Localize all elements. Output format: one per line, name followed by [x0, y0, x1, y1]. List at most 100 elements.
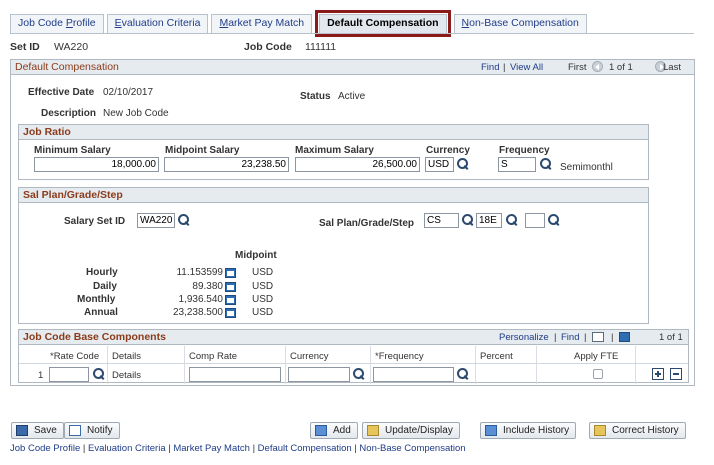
frequency-description: Semimonthl — [560, 162, 613, 173]
grade-search-icon[interactable] — [506, 214, 518, 226]
grid-sep: | — [554, 332, 557, 343]
grade-input[interactable]: 18E — [476, 213, 502, 228]
monthly-calculator-icon[interactable] — [225, 295, 236, 305]
frequency-search-icon[interactable] — [540, 158, 552, 170]
minimum-salary-label: Minimum Salary — [34, 145, 111, 156]
daily-value: 89.380 — [192, 281, 223, 292]
daily-label: Daily — [93, 281, 117, 292]
currency-input[interactable]: USD — [425, 157, 454, 172]
grid-find-link[interactable]: Find — [561, 331, 579, 345]
daily-calculator-icon[interactable] — [225, 282, 236, 292]
sal-plan-section: Sal Plan/Grade/Step Salary Set ID WA220 … — [18, 187, 649, 324]
personalize-link[interactable]: Personalize — [499, 331, 549, 345]
find-link[interactable]: Find — [481, 62, 499, 73]
effective-date-label: Effective Date — [28, 87, 95, 98]
panel-header: Default Compensation Find | View All Fir… — [11, 60, 694, 75]
col-rate-code: *Rate Code — [50, 351, 100, 362]
tab-default-compensation[interactable]: Default Compensation — [315, 10, 451, 37]
minimum-salary-input[interactable]: 18,000.00 — [34, 157, 159, 172]
currency-label: Currency — [426, 145, 470, 156]
save-button[interactable]: Save — [11, 422, 64, 439]
col-details: Details — [112, 351, 142, 362]
download-icon[interactable] — [619, 332, 630, 342]
midpoint-salary-input[interactable]: 23,238.50 — [164, 157, 289, 172]
col-percent: Percent — [480, 351, 513, 362]
view-all-link[interactable]: View All — [510, 62, 543, 73]
tab-non-base-compensation[interactable]: Non-Base Compensation — [453, 14, 587, 33]
monthly-currency: USD — [252, 294, 274, 305]
view-grid-icon[interactable] — [592, 332, 604, 342]
add-icon — [315, 425, 327, 436]
col-comp-rate: Comp Rate — [189, 351, 238, 362]
comp-rate-input[interactable] — [189, 367, 281, 382]
midpoint-column-label: Midpoint — [235, 250, 277, 261]
link-non-base-compensation[interactable]: Non-Base Compensation — [359, 443, 465, 454]
step-input[interactable] — [525, 213, 545, 228]
currency-grid-search-icon[interactable] — [353, 368, 365, 380]
midpoint-salary-label: Midpoint Salary — [165, 145, 240, 156]
maximum-salary-label: Maximum Salary — [295, 145, 374, 156]
job-ratio-title: Job Ratio — [19, 125, 648, 140]
link-evaluation-criteria[interactable]: Evaluation Criteria — [88, 443, 166, 454]
default-compensation-panel: Default Compensation Find | View All Fir… — [10, 59, 695, 386]
update-display-button[interactable]: Update/Display — [362, 422, 460, 439]
daily-currency: USD — [252, 281, 274, 292]
details-link[interactable]: Details — [112, 370, 141, 381]
add-button[interactable]: Add — [310, 422, 358, 439]
rate-code-input[interactable] — [49, 367, 89, 382]
salary-setid-search-icon[interactable] — [178, 214, 190, 226]
annual-calculator-icon[interactable] — [225, 308, 236, 318]
notify-icon — [69, 425, 81, 436]
apply-fte-checkbox[interactable] — [593, 369, 603, 379]
effective-date-value: 02/10/2017 — [103, 87, 154, 98]
salary-setid-input[interactable]: WA220 — [137, 213, 175, 228]
salary-setid-label: Salary Set ID — [64, 216, 126, 227]
include-history-button[interactable]: Include History — [480, 422, 577, 439]
base-components-grid: Job Code Base Components Personalize | F… — [18, 329, 689, 384]
previous-arrow-icon[interactable] — [592, 61, 603, 72]
hourly-calculator-icon[interactable] — [225, 268, 236, 278]
base-components-title: Job Code Base Components — [23, 331, 166, 343]
hourly-value: 11.153599 — [176, 267, 223, 278]
monthly-label: Monthly — [77, 294, 116, 305]
rate-code-search-icon[interactable] — [93, 368, 105, 380]
frequency-grid-search-icon[interactable] — [457, 368, 469, 380]
link-market-pay-match[interactable]: Market Pay Match — [173, 443, 250, 454]
hourly-label: Hourly — [86, 267, 118, 278]
setid-value: WA220 — [54, 41, 89, 53]
frequency-grid-input[interactable] — [373, 367, 454, 382]
notify-button[interactable]: Notify — [64, 422, 120, 439]
row-number: 1 — [38, 370, 44, 381]
first-label: First — [568, 62, 587, 73]
col-currency: Currency — [290, 351, 329, 362]
jobcode-value: 111111 — [305, 41, 337, 53]
tab-job-code-profile[interactable]: Job Code Profile — [10, 14, 104, 33]
tab-evaluation-criteria[interactable]: Evaluation Criteria — [106, 14, 209, 33]
description-label: Description — [41, 108, 97, 119]
correct-history-button[interactable]: Correct History — [589, 422, 686, 439]
update-display-icon — [367, 425, 379, 436]
step-search-icon[interactable] — [548, 214, 560, 226]
link-default-compensation[interactable]: Default Compensation — [258, 443, 352, 454]
add-row-icon[interactable] — [652, 368, 664, 380]
frequency-input[interactable]: S — [498, 157, 536, 172]
sal-plan-search-icon[interactable] — [462, 214, 474, 226]
currency-search-icon[interactable] — [457, 158, 469, 170]
annual-value: 23,238.500 — [172, 307, 223, 318]
sal-plan-input[interactable]: CS — [424, 213, 459, 228]
bottom-nav-links: Job Code Profile | Evaluation Criteria |… — [10, 443, 466, 454]
correct-history-icon — [594, 425, 606, 436]
link-job-code-profile[interactable]: Job Code Profile — [10, 443, 80, 454]
delete-row-icon[interactable] — [670, 368, 682, 380]
tab-market-pay-match[interactable]: Market Pay Match — [211, 14, 313, 33]
annual-label: Annual — [84, 307, 118, 318]
setid-label: Set ID — [10, 41, 40, 53]
col-frequency: *Frequency — [375, 351, 424, 362]
tab-divider — [10, 33, 694, 34]
sal-plan-grade-step-label: Sal Plan/Grade/Step — [319, 218, 415, 229]
panel-title: Default Compensation — [15, 61, 119, 73]
maximum-salary-input[interactable]: 26,500.00 — [295, 157, 420, 172]
col-apply-fte: Apply FTE — [574, 351, 619, 362]
save-icon — [16, 425, 28, 436]
currency-grid-input[interactable] — [288, 367, 350, 382]
